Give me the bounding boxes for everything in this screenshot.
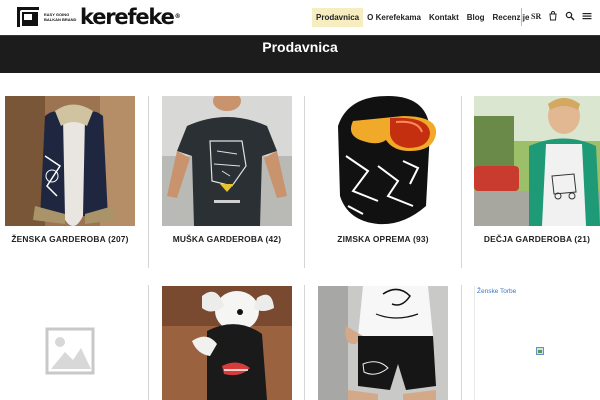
grid-divider [461,96,462,268]
page-hero: Prodavnica [0,35,600,73]
category-image-muska[interactable] [162,96,292,226]
category-image-pet[interactable] [162,286,292,400]
menu-icon[interactable] [582,11,592,21]
brand-wordmark: kerefeke® [80,5,181,29]
grid-divider [304,285,305,400]
category-card-placeholder[interactable] [5,286,135,400]
placeholder-image[interactable] [5,286,135,400]
main-nav: Prodavnica O Kerefekama Kontakt Blog Rec… [312,8,533,27]
category-image-zimska[interactable] [318,96,448,226]
category-image-set[interactable] [318,286,448,400]
nav-item-kontakt[interactable]: Kontakt [425,8,463,27]
grid-divider [148,96,149,268]
category-image-decja[interactable] [474,96,600,226]
nav-item-o-kerefekama[interactable]: O Kerefekama [363,8,425,27]
nav-item-prodavnica[interactable]: Prodavnica [312,8,364,27]
category-label[interactable]: MUŠKA GARDEROBA (42) [162,234,292,244]
category-label[interactable]: ŽENSKA GARDEROBA (207) [5,234,135,244]
broken-image[interactable]: Ženske Torbe [474,286,600,400]
site-header: Easy going Balkan brand kerefeke® Prodav… [0,0,600,35]
logo-mark-icon [17,7,40,28]
brand-tagline: Easy going Balkan brand [44,12,77,22]
broken-image-alt[interactable]: Ženske Torbe [477,288,516,295]
brand-logo[interactable]: Easy going Balkan brand kerefeke® [17,5,181,29]
category-card-set[interactable] [318,286,448,400]
category-card-pet[interactable] [162,286,292,400]
cart-icon[interactable] [548,11,558,21]
category-card-zenska[interactable]: ŽENSKA GARDEROBA (207) [5,96,135,244]
grid-divider [304,96,305,268]
header-divider [521,8,522,26]
category-card-zimska[interactable]: ZIMSKA OPREMA (93) [318,96,448,244]
category-label[interactable]: DEČJA GARDEROBA (21) [474,234,600,244]
grid-divider [461,285,462,400]
category-card-muska[interactable]: MUŠKA GARDEROBA (42) [162,96,292,244]
nav-item-recenzije[interactable]: Recenzije [489,8,534,27]
category-label[interactable]: ZIMSKA OPREMA (93) [318,234,448,244]
broken-image-icon [536,347,544,355]
category-image-zenska[interactable] [5,96,135,226]
grid-divider [148,285,149,400]
category-card-decja[interactable]: DEČJA GARDEROBA (21) [474,96,600,244]
nav-item-blog[interactable]: Blog [463,8,489,27]
search-icon[interactable] [565,11,575,21]
category-card-zenske-torbe[interactable]: Ženske Torbe [474,286,600,400]
language-switch[interactable]: SR [531,12,541,21]
page-title: Prodavnica [262,39,338,55]
